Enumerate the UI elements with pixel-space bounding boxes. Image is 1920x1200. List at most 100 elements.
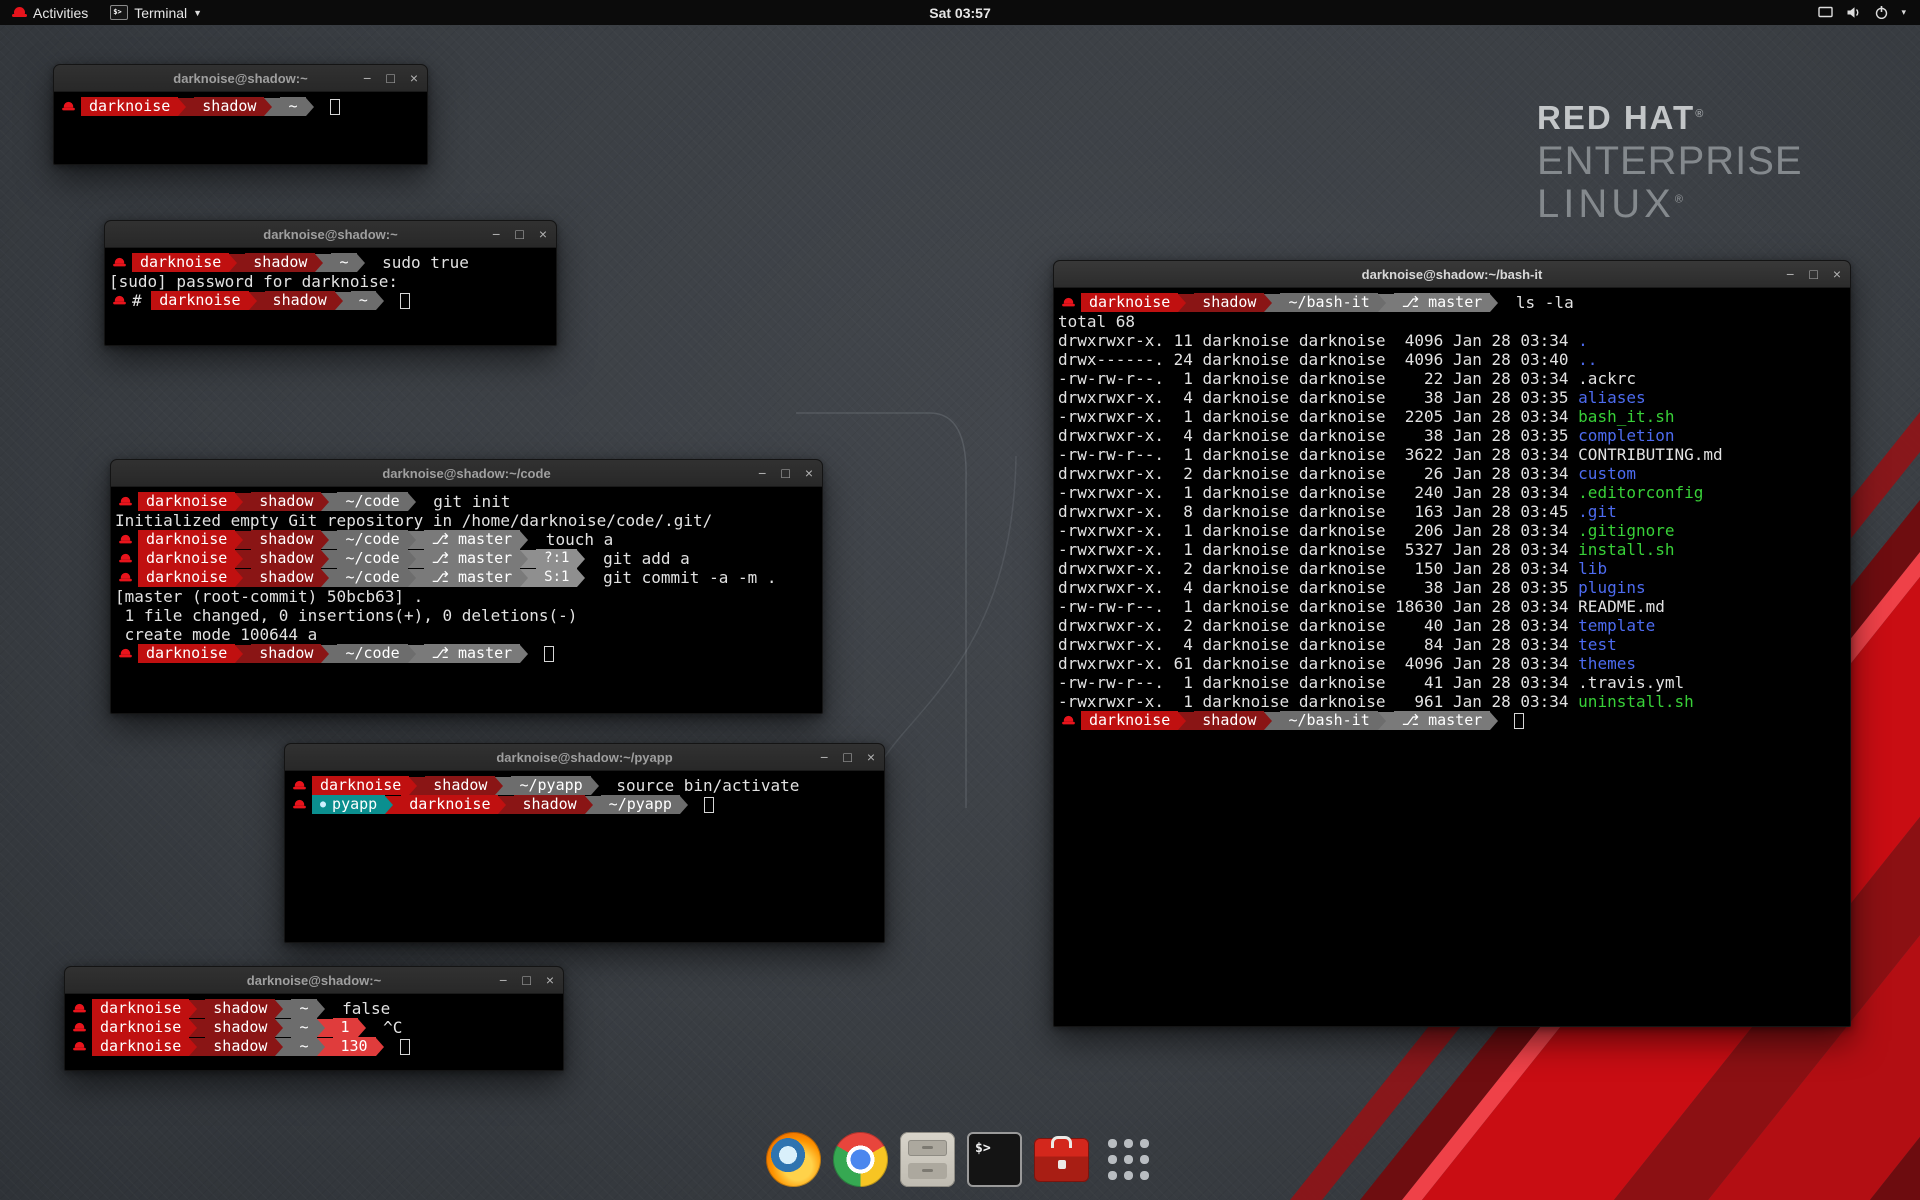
close-button[interactable]: × xyxy=(546,973,554,987)
dock-firefox[interactable] xyxy=(766,1132,821,1187)
maximize-button[interactable]: □ xyxy=(522,973,530,987)
window-title: darknoise@shadow:~/code xyxy=(382,466,550,481)
minimize-button[interactable]: − xyxy=(492,227,500,241)
terminal-cursor xyxy=(400,293,410,309)
dock-terminal[interactable]: $> xyxy=(967,1132,1022,1187)
close-button[interactable]: × xyxy=(867,750,875,764)
terminal-window-4[interactable]: darknoise@shadow:~/pyapp − □ × darknoise… xyxy=(284,743,885,943)
terminal-window-1[interactable]: darknoise@shadow:~ − □ × darknoiseshadow… xyxy=(53,64,428,165)
powerline-separator xyxy=(1264,712,1280,730)
close-button[interactable]: × xyxy=(539,227,547,241)
terminal-cursor xyxy=(544,646,554,662)
dock-toolbox[interactable] xyxy=(1034,1138,1089,1182)
terminal-line: -rw-rw-r--. 1 darknoise darknoise 3622 J… xyxy=(1058,445,1850,464)
terminal-text: drwxrwxr-x. 4 darknoise darknoise 84 Jan… xyxy=(1058,635,1578,654)
maximize-button[interactable]: □ xyxy=(843,750,851,764)
terminal-line: darknoiseshadow~/code⎇ master?:1 git add… xyxy=(115,549,822,568)
prompt-segment-p: ~/pyapp xyxy=(601,795,680,814)
terminal-window-5[interactable]: darknoise@shadow:~ − □ × darknoiseshadow… xyxy=(64,966,564,1071)
terminal-text: git init xyxy=(424,492,511,511)
terminal-content[interactable]: darknoiseshadow~/bash-it⎇ master ls -lat… xyxy=(1054,288,1850,1026)
prompt-segment-g: ⎇ master xyxy=(424,568,521,587)
minimize-button[interactable]: − xyxy=(1786,267,1794,281)
titlebar[interactable]: darknoise@shadow:~ − □ × xyxy=(105,221,556,248)
system-status-area[interactable]: ▾ xyxy=(1817,0,1920,25)
titlebar[interactable]: darknoise@shadow:~/pyapp − □ × xyxy=(285,744,884,771)
terminal-content[interactable]: darknoiseshadow~ sudo true[sudo] passwor… xyxy=(105,248,556,345)
terminal-text: create mode 100644 a xyxy=(115,625,317,644)
terminal-line: 1 file changed, 0 insertions(+), 0 delet… xyxy=(115,606,822,625)
close-button[interactable]: × xyxy=(1833,267,1841,281)
dock-chrome[interactable] xyxy=(833,1132,888,1187)
redhat-prompt-icon xyxy=(119,553,132,564)
terminal-text: git commit -a -m . xyxy=(593,568,776,587)
prompt-segment-p: ~/code xyxy=(337,530,407,549)
dock-app-grid[interactable] xyxy=(1101,1132,1156,1187)
titlebar[interactable]: darknoise@shadow:~ − □ × xyxy=(65,967,563,994)
terminal-content[interactable]: darknoiseshadow~ falsedarknoiseshadow~1 … xyxy=(65,994,563,1070)
terminal-content[interactable]: darknoiseshadow~/pyapp source bin/activa… xyxy=(285,771,884,942)
grid-dot xyxy=(1124,1171,1133,1180)
maximize-button[interactable]: □ xyxy=(386,71,394,85)
close-button[interactable]: × xyxy=(805,466,813,480)
titlebar[interactable]: darknoise@shadow:~/bash-it − □ × xyxy=(1054,261,1850,288)
prompt-segment-p: ~/code xyxy=(337,568,407,587)
terminal-content[interactable]: darknoiseshadow~/code git initInitialize… xyxy=(111,487,822,713)
app-menu-terminal[interactable]: $> Terminal ▼ xyxy=(100,0,212,25)
titlebar[interactable]: darknoise@shadow:~ − □ × xyxy=(54,65,427,92)
prompt-segment-p: ~ xyxy=(291,999,316,1018)
terminal-app-icon: $> xyxy=(110,5,128,20)
redhat-prompt-icon xyxy=(73,1022,86,1033)
terminal-content[interactable]: darknoiseshadow~ xyxy=(54,92,427,164)
powerline-separator xyxy=(408,493,424,511)
terminal-line: create mode 100644 a xyxy=(115,625,822,644)
terminal-text: -rw-rw-r--. 1 darknoise darknoise 18630 … xyxy=(1058,597,1578,616)
minimize-button[interactable]: − xyxy=(758,466,766,480)
terminal-text: drwxrwxr-x. 4 darknoise darknoise 38 Jan… xyxy=(1058,388,1578,407)
minimize-button[interactable]: − xyxy=(363,71,371,85)
redhat-prompt-icon xyxy=(73,1003,86,1014)
terminal-text: Initialized empty Git repository in /hom… xyxy=(115,511,712,530)
terminal-text: total 68 xyxy=(1058,312,1135,331)
prompt-segment-p: ~/pyapp xyxy=(511,776,590,795)
terminal-text: CONTRIBUTING.md xyxy=(1578,445,1723,464)
terminal-text: -rw-rw-r--. 1 darknoise darknoise 41 Jan… xyxy=(1058,673,1578,692)
dock-files[interactable] xyxy=(900,1132,955,1187)
activities-button[interactable]: Activities xyxy=(0,0,100,25)
terminal-line: darknoiseshadow~/code git init xyxy=(115,492,822,511)
maximize-button[interactable]: □ xyxy=(781,466,789,480)
prompt-segment-u: darknoise xyxy=(138,568,235,587)
terminal-line: darknoiseshadow~/pyapp source bin/activa… xyxy=(289,776,884,795)
prompt-segment-h: shadow xyxy=(251,492,321,511)
close-button[interactable]: × xyxy=(410,71,418,85)
terminal-window-bash-it[interactable]: darknoise@shadow:~/bash-it − □ × darknoi… xyxy=(1053,260,1851,1027)
terminal-text: README.md xyxy=(1578,597,1665,616)
terminal-line: -rw-rw-r--. 1 darknoise darknoise 41 Jan… xyxy=(1058,673,1850,692)
terminal-text: ^C xyxy=(374,1018,403,1037)
powerline-separator xyxy=(1490,712,1506,730)
powerline-separator xyxy=(408,531,424,549)
maximize-button[interactable]: □ xyxy=(1809,267,1817,281)
powerline-separator xyxy=(577,569,593,587)
terminal-line: drwxrwxr-x. 2 darknoise darknoise 150 Ja… xyxy=(1058,559,1850,578)
terminal-text: -rwxrwxr-x. 1 darknoise darknoise 5327 J… xyxy=(1058,540,1578,559)
rhel-watermark: RED HAT® ENTERPRISE LINUX® xyxy=(1537,100,1803,226)
minimize-button[interactable]: − xyxy=(820,750,828,764)
maximize-button[interactable]: □ xyxy=(515,227,523,241)
powerline-separator xyxy=(680,796,696,814)
terminal-text: drwxrwxr-x. 61 darknoise darknoise 4096 … xyxy=(1058,654,1578,673)
powerline-separator xyxy=(235,550,251,568)
minimize-button[interactable]: − xyxy=(499,973,507,987)
prompt-segment-h: shadow xyxy=(265,291,335,310)
prompt-segment-u: darknoise xyxy=(138,530,235,549)
powerline-separator xyxy=(1378,294,1394,312)
terminal-window-2[interactable]: darknoise@shadow:~ − □ × darknoiseshadow… xyxy=(104,220,557,346)
terminal-window-3[interactable]: darknoise@shadow:~/code − □ × darknoises… xyxy=(110,459,823,714)
prompt-segment-p: ~ xyxy=(351,291,376,310)
titlebar[interactable]: darknoise@shadow:~/code − □ × xyxy=(111,460,822,487)
powerline-separator xyxy=(315,254,331,272)
terminal-line: # darknoiseshadow~ xyxy=(109,291,556,310)
clock[interactable]: Sat 03:57 xyxy=(929,5,990,21)
prompt-segment-p: ~ xyxy=(291,1018,316,1037)
terminal-text: bash_it.sh xyxy=(1578,407,1674,426)
